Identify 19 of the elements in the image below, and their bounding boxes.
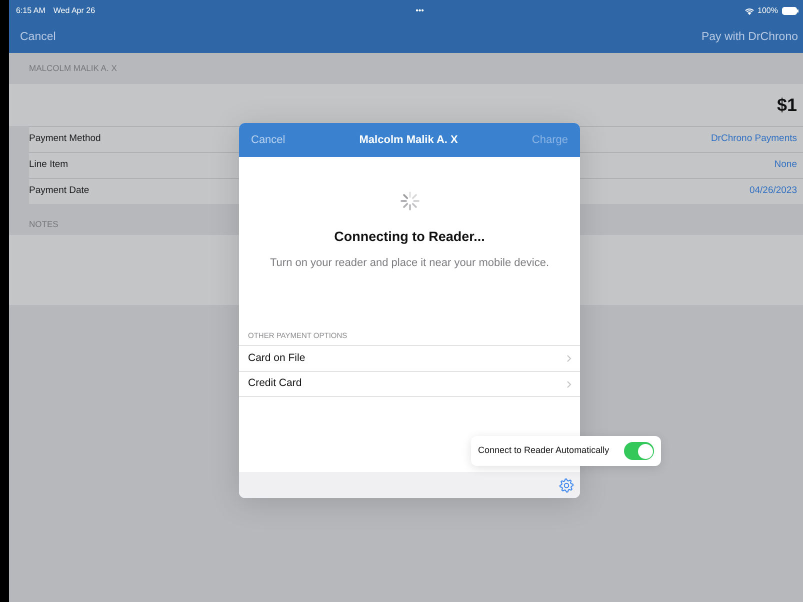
status-time: 6:15 AM — [16, 5, 46, 17]
field-label: Payment Method — [29, 132, 101, 146]
dialog-title: Malcolm Malik A. X — [359, 132, 458, 148]
option-label: Credit Card — [248, 376, 302, 392]
dialog-heading: Connecting to Reader... — [334, 228, 485, 246]
dialog-message: Turn on your reader and place it near your mobile device. — [270, 256, 550, 272]
section-header: MALCOLM MALIK A. X — [29, 62, 117, 75]
multitask-dots: ••• — [416, 5, 424, 17]
amount-value: $1 — [776, 94, 797, 116]
section-header: NOTES — [29, 218, 58, 231]
battery-percent: 100% — [758, 5, 778, 17]
field-value: 04/26/2023 — [749, 184, 797, 198]
toggle-label: Connect to Reader Automatically — [478, 444, 610, 458]
option-label: Card on File — [248, 350, 306, 366]
field-label: Payment Date — [29, 184, 90, 198]
field-value: None — [774, 158, 797, 172]
status-date: Wed Apr 26 — [53, 5, 96, 17]
field-value: DrChrono Payments — [710, 132, 797, 146]
field-label: Line Item — [29, 158, 68, 172]
